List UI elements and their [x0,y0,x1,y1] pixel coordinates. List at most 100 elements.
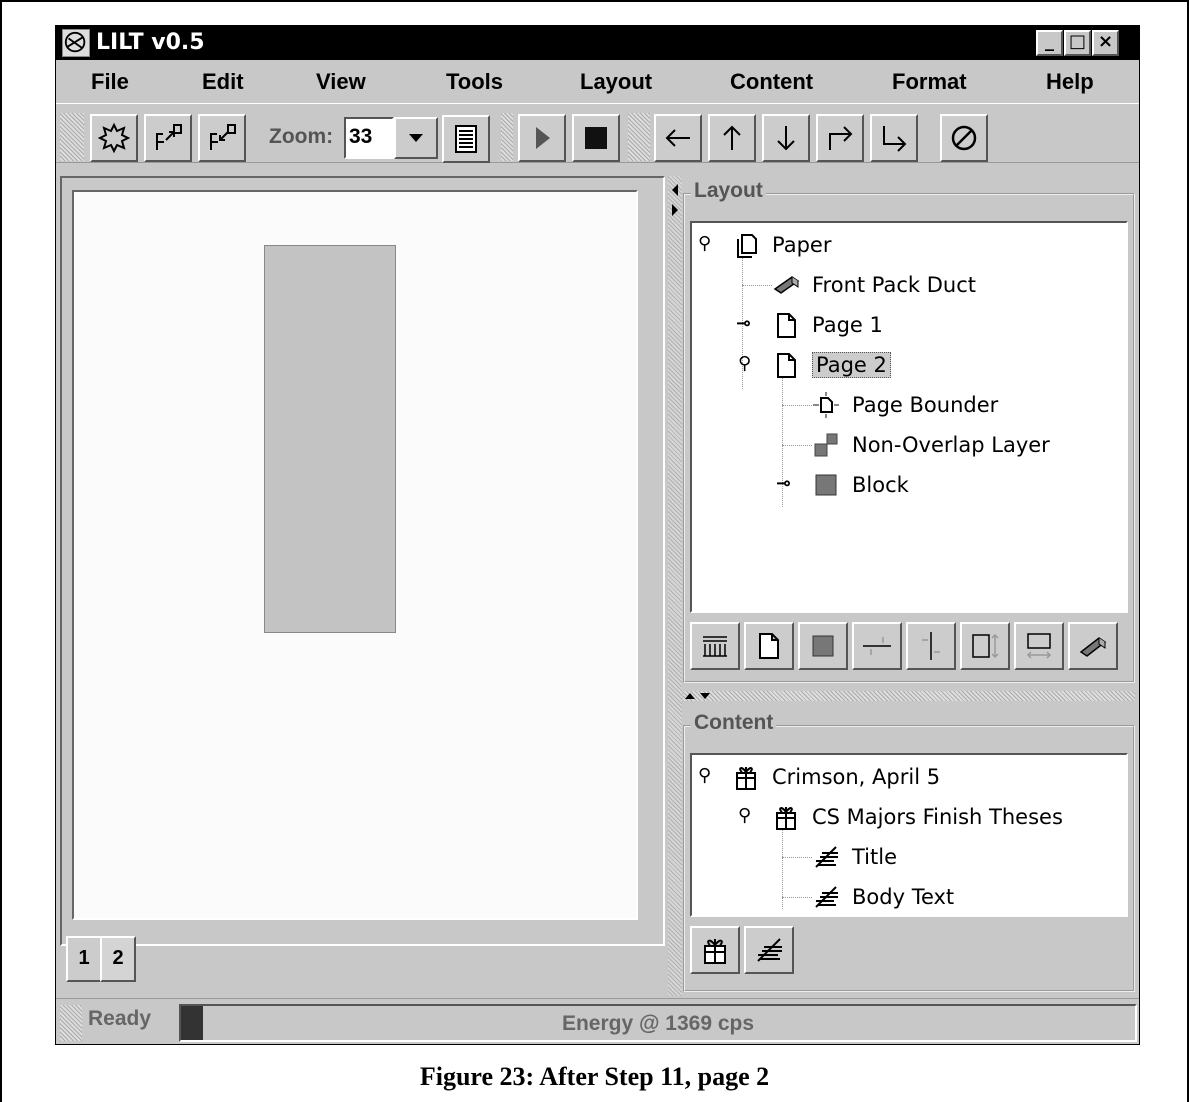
layout-group-label: Layout [691,179,766,203]
export-button[interactable] [144,114,192,162]
chevron-down-icon [409,134,423,142]
menu-tools[interactable]: Tools [446,69,503,95]
move-up-button[interactable] [708,114,756,162]
menu-content[interactable]: Content [730,69,813,95]
text-lines-icon [815,886,838,908]
expanded-toggle-icon[interactable]: ⚲ [738,353,751,374]
pages-icon [737,234,757,258]
expanded-toggle-icon[interactable]: ⚲ [738,805,751,826]
move-left-button[interactable] [654,114,702,162]
status-bar: Ready Energy @ 1369 cps [56,998,1139,1044]
page-tab-2[interactable]: 2 [100,936,136,982]
expanded-toggle-icon[interactable]: ⚲ [698,233,711,254]
play-icon [536,127,550,149]
collapsed-toggle-icon[interactable]: ⊸ [736,313,751,334]
import-button[interactable] [198,114,246,162]
add-duct-button[interactable] [1068,622,1118,670]
toolbar: Zoom: 33 [56,105,1139,163]
gift-icon [736,767,756,790]
arrow-left-icon [665,129,690,147]
tree-node-body-text[interactable]: Body Text [812,883,954,911]
close-button[interactable]: × [1092,30,1119,56]
toolbar-grip-3[interactable] [628,113,650,161]
add-vertical-spacer-button[interactable] [960,622,1010,670]
horizontal-splitter[interactable] [683,691,1135,701]
window-title: LILT v0.5 [96,30,205,55]
tree-node-page-2[interactable]: Page 2 [772,351,891,379]
add-text-button[interactable] [744,926,794,974]
tree-node-non-overlap-layer[interactable]: Non-Overlap Layer [812,431,1050,459]
prohibited-icon [951,125,977,151]
page-icon [759,633,779,659]
tree-label: CS Majors Finish Theses [812,805,1063,829]
play-button[interactable] [518,114,566,162]
content-group-label: Content [691,711,777,735]
add-horizontal-rule-button[interactable] [852,622,902,670]
title-bar: LILT v0.5 _ □ × [56,26,1139,60]
tree-label: Front Pack Duct [812,273,977,297]
zoom-label: Zoom: [269,125,334,148]
add-article-button[interactable] [690,926,740,974]
content-tree[interactable]: ⚲ Crimson, April 5 ⚲ CS Majors Finish Th… [690,753,1128,917]
layout-group: Layout ⚲ Paper Front Pack Duct ⊸ Page 1 … [683,179,1135,683]
tree-node-page-1[interactable]: Page 1 [772,311,883,339]
move-down-button[interactable] [762,114,810,162]
add-horizontal-spacer-button[interactable] [1014,622,1064,670]
figure-caption: Figure 23: After Step 11, page 2 [419,1062,770,1091]
tree-node-paper[interactable]: Paper [732,231,831,259]
tree-label-selected: Page 2 [812,352,891,378]
horizontal-spacer-icon [1026,633,1052,659]
layout-tree[interactable]: ⚲ Paper Front Pack Duct ⊸ Page 1 ⚲ Page … [690,221,1128,613]
tree-node-front-pack-duct[interactable]: Front Pack Duct [772,271,976,299]
cancel-button[interactable] [940,114,988,162]
menu-file[interactable]: File [91,69,129,95]
layout-block[interactable] [264,245,396,633]
add-page-button[interactable] [744,622,794,670]
menu-layout[interactable]: Layout [580,69,652,95]
add-columns-button[interactable] [690,622,740,670]
layers-icon [814,433,838,457]
arrow-down-right-icon [883,126,907,152]
tree-label: Body Text [852,885,955,909]
menu-help[interactable]: Help [1046,69,1094,95]
vertical-splitter[interactable] [668,176,682,996]
menu-edit[interactable]: Edit [202,69,244,95]
add-block-button[interactable] [798,622,848,670]
tree-node-crimson[interactable]: Crimson, April 5 [732,763,940,791]
text-lines-icon [757,938,782,962]
page-view-button[interactable] [442,115,490,163]
move-into-button[interactable] [870,114,918,162]
tree-label: Crimson, April 5 [772,765,941,789]
energy-meter: Energy @ 1369 cps [179,1004,1137,1042]
menu-view[interactable]: View [316,69,366,95]
page-tab-1[interactable]: 1 [66,936,102,982]
tree-node-cs-majors[interactable]: CS Majors Finish Theses [772,803,1063,831]
add-vertical-rule-button[interactable] [906,622,956,670]
app-icon [62,29,90,57]
tree-label: Title [852,845,898,869]
menu-format[interactable]: Format [892,69,967,95]
tree-node-page-bounder[interactable]: Page Bounder [812,391,998,419]
arrow-up-icon [723,125,741,150]
tree-label: Page Bounder [852,393,999,417]
toolbar-grip-2[interactable] [501,113,513,161]
zoom-input[interactable]: 33 [344,117,394,159]
horizontal-rule-icon [863,637,891,655]
minimize-button[interactable]: _ [1036,30,1063,56]
page-canvas[interactable] [72,190,638,920]
vertical-spacer-icon [972,633,999,659]
collapsed-toggle-icon[interactable]: ⊸ [776,473,791,494]
new-energy-button[interactable] [90,114,138,162]
zoom-dropdown[interactable] [394,117,438,159]
maximize-button[interactable]: □ [1064,30,1091,56]
status-text: Ready [88,1007,152,1030]
page-icon [777,353,796,378]
tree-node-block[interactable]: Block [812,471,909,499]
burst-icon [98,122,130,154]
expanded-toggle-icon[interactable]: ⚲ [698,765,711,786]
move-next-button[interactable] [816,114,864,162]
tree-node-title[interactable]: Title [812,843,897,871]
toolbar-grip[interactable] [60,113,84,161]
stop-button[interactable] [572,114,620,162]
document-icon [455,125,477,153]
